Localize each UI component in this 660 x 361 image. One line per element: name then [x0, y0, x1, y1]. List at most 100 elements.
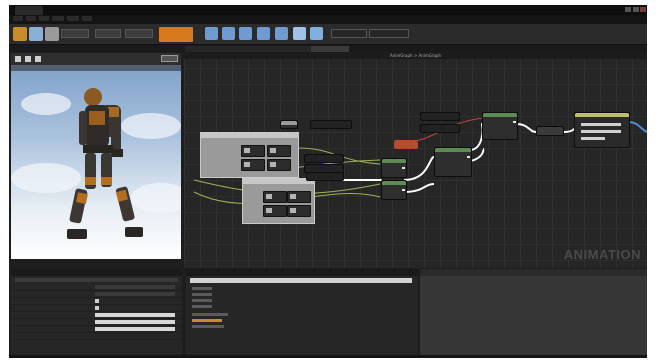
animation-icon	[266, 194, 272, 199]
variable-list-item[interactable]	[192, 319, 222, 322]
graph-list-item[interactable]	[192, 293, 212, 296]
property-checkbox[interactable]	[95, 306, 99, 310]
simulation-icon[interactable]	[293, 27, 306, 40]
mesh-field[interactable]	[95, 29, 121, 38]
character-head	[84, 88, 102, 106]
variable-list-item[interactable]	[192, 325, 224, 328]
maximize-button[interactable]	[633, 7, 639, 12]
character-boot	[125, 227, 143, 237]
comment-box[interactable]	[200, 132, 299, 178]
property-row[interactable]	[11, 333, 182, 340]
property-value[interactable]	[95, 285, 175, 289]
play-icon[interactable]	[310, 27, 323, 40]
property-value[interactable]	[95, 313, 175, 317]
blend-node[interactable]	[263, 205, 287, 217]
slot-node[interactable]	[482, 112, 518, 140]
my-blueprint-search[interactable]	[190, 278, 412, 283]
menu-item[interactable]	[52, 16, 64, 21]
blend-by-bool-node[interactable]	[381, 158, 407, 178]
property-value[interactable]	[95, 327, 175, 331]
blend-by-bool-node[interactable]	[381, 180, 407, 200]
preview-viewport[interactable]	[11, 53, 181, 259]
get-node[interactable]	[420, 124, 460, 133]
layered-blend-node[interactable]	[434, 147, 472, 177]
property-row[interactable]	[11, 291, 182, 298]
menu-item[interactable]	[26, 16, 36, 21]
graph-type-watermark: ANIMATION	[563, 247, 641, 262]
mode-field[interactable]	[369, 29, 409, 38]
status-bar	[9, 355, 647, 358]
graph-list-item[interactable]	[192, 299, 212, 302]
property-row[interactable]	[11, 326, 182, 333]
exec-pin[interactable]	[467, 156, 470, 158]
node-header	[575, 113, 629, 117]
exec-pin[interactable]	[402, 189, 405, 191]
pose-wire	[403, 183, 435, 193]
class-settings-icon[interactable]	[257, 27, 270, 40]
menu-item[interactable]	[82, 16, 92, 21]
blend-node[interactable]	[263, 191, 287, 203]
find-in-blueprint-icon[interactable]	[239, 27, 252, 40]
variable-list-item[interactable]	[192, 313, 228, 316]
get-node[interactable]	[420, 112, 460, 121]
character-model	[67, 88, 143, 239]
pose-wire	[469, 123, 484, 151]
property-row[interactable]	[11, 319, 182, 326]
close-button[interactable]	[640, 7, 646, 12]
property-checkbox[interactable]	[95, 299, 99, 303]
property-row[interactable]	[11, 284, 182, 291]
property-row[interactable]	[11, 298, 182, 305]
property-value[interactable]	[95, 292, 175, 296]
menu-item[interactable]	[13, 16, 23, 21]
graph-list-item[interactable]	[192, 305, 212, 308]
compile-button[interactable]	[159, 27, 193, 42]
my-blueprint-panel	[186, 269, 418, 358]
blend-node[interactable]	[287, 205, 311, 217]
find-icon[interactable]	[29, 27, 43, 41]
pose-wire	[403, 156, 435, 181]
property-value[interactable]	[95, 320, 175, 324]
animation-field[interactable]	[125, 29, 153, 38]
mode-tabs	[9, 45, 647, 52]
diff-icon[interactable]	[222, 27, 235, 40]
compile-icon[interactable]	[205, 27, 218, 40]
skeleton-field[interactable]	[61, 29, 89, 38]
content-browser-icon[interactable]	[45, 27, 59, 41]
animation-icon	[290, 194, 296, 199]
get-node[interactable]	[306, 172, 344, 181]
menu-item[interactable]	[39, 16, 49, 21]
save-icon[interactable]	[13, 27, 27, 41]
menu-bar	[9, 15, 647, 24]
variable-node[interactable]	[280, 120, 298, 129]
blend-node[interactable]	[267, 159, 291, 171]
minimize-button[interactable]	[625, 7, 631, 12]
graph-list-item[interactable]	[192, 287, 212, 290]
node-header	[281, 121, 297, 125]
property-row[interactable]	[11, 312, 182, 319]
property-row[interactable]	[11, 305, 182, 312]
final-pose-row	[581, 130, 621, 133]
animation-icon	[266, 208, 272, 213]
variable-node[interactable]	[310, 120, 352, 129]
get-node[interactable]	[304, 154, 344, 163]
blend-node[interactable]	[241, 145, 265, 157]
my-blueprint-header	[186, 269, 418, 276]
debug-filter-field[interactable]	[331, 29, 367, 38]
anim-graph-panel[interactable]: AnimGraph > AnimGraph ANIMATION	[184, 52, 647, 268]
pose-node[interactable]	[536, 126, 564, 136]
blend-node[interactable]	[241, 159, 265, 171]
node-header	[382, 159, 406, 163]
menu-item[interactable]	[67, 16, 79, 21]
blend-node[interactable]	[287, 191, 311, 203]
exec-pin[interactable]	[402, 167, 405, 169]
details-search[interactable]	[15, 278, 178, 282]
comment-box[interactable]	[242, 178, 315, 224]
bool-node[interactable]	[394, 140, 418, 149]
exec-pin[interactable]	[513, 121, 516, 123]
final-pose-node[interactable]	[574, 112, 630, 148]
class-defaults-icon[interactable]	[275, 27, 288, 40]
pose-wire	[515, 123, 537, 133]
blend-node[interactable]	[267, 145, 291, 157]
comment-title	[243, 179, 314, 184]
document-tab[interactable]	[15, 6, 43, 15]
